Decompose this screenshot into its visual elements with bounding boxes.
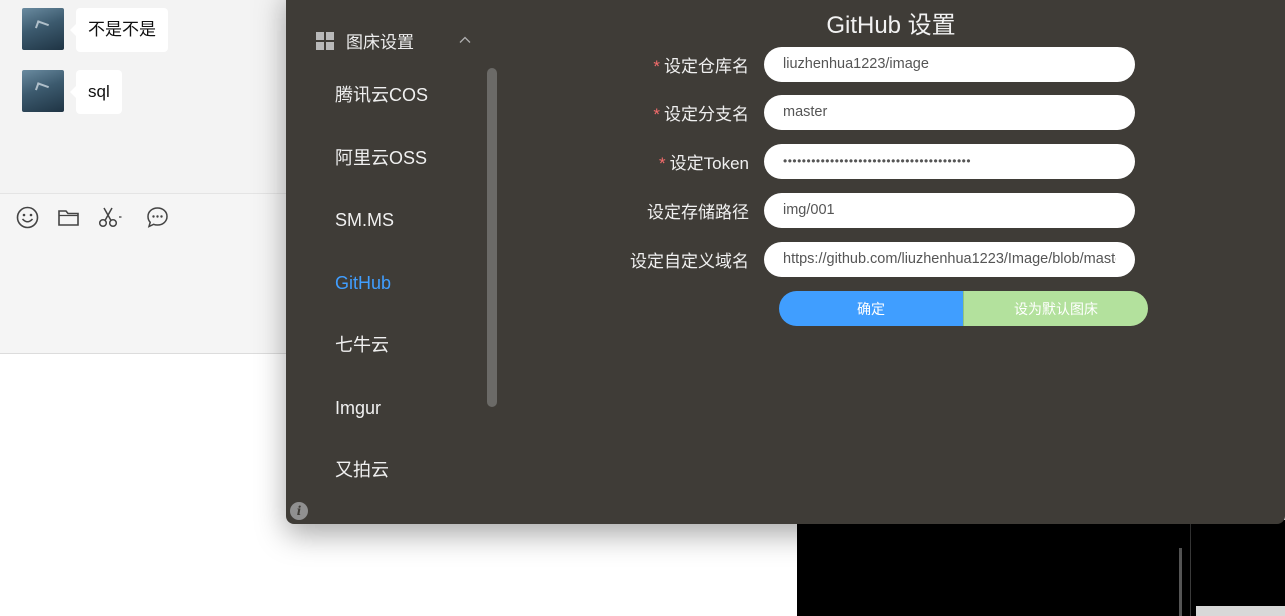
chat-message: 不是不是 (22, 8, 168, 52)
background-window (797, 520, 1285, 616)
avatar[interactable] (22, 70, 64, 112)
sidebar-header-label: 图床设置 (346, 33, 414, 52)
field-label: * 设定分支名 (653, 104, 749, 124)
form-actions: 确定 设为默认图床 (779, 291, 1148, 326)
scissors-icon[interactable] (98, 206, 128, 229)
field-label: 设定存储路径 (647, 202, 749, 222)
sidebar-header[interactable]: 图床设置 (316, 28, 414, 53)
grid-icon (316, 31, 334, 50)
info-icon[interactable]: i (290, 502, 308, 520)
sidebar-menu: 腾讯云COS 阿里云OSS SM.MS GitHub 七牛云 Imgur 又拍云 (335, 73, 428, 511)
avatar[interactable] (22, 8, 64, 50)
chat-toolbar (16, 206, 169, 229)
sidebar-item-tencent-cos[interactable]: 腾讯云COS (335, 73, 428, 136)
branch-name-input[interactable] (764, 94, 1135, 130)
chat-bubble-icon[interactable] (146, 206, 169, 229)
sidebar-scrollbar[interactable] (487, 68, 497, 407)
image-host-settings-panel: 图床设置 腾讯云COS 阿里云OSS SM.MS GitHub 七牛云 Imgu… (286, 0, 1285, 524)
field-label: * 设定仓库名 (653, 56, 749, 76)
chat-message: sql (22, 70, 122, 114)
sidebar-item-imgur[interactable]: Imgur (335, 386, 428, 449)
chevron-up-icon[interactable] (458, 32, 472, 43)
repo-name-input[interactable] (764, 46, 1135, 82)
set-default-host-button[interactable]: 设为默认图床 (963, 291, 1148, 326)
message-bubble[interactable]: 不是不是 (70, 8, 168, 52)
custom-domain-input[interactable] (764, 241, 1135, 277)
sidebar-item-smms[interactable]: SM.MS (335, 198, 428, 261)
sidebar-item-qiniu[interactable]: 七牛云 (335, 323, 428, 386)
page-title: GitHub 设置 (826, 12, 956, 39)
sidebar-item-upyun[interactable]: 又拍云 (335, 448, 428, 511)
scrollbar[interactable] (1179, 548, 1182, 616)
emoji-icon[interactable] (16, 206, 39, 229)
storage-path-input[interactable] (764, 192, 1135, 228)
confirm-button[interactable]: 确定 (779, 291, 963, 326)
required-mark: * (659, 153, 666, 173)
field-label: 设定自定义域名 (630, 251, 749, 271)
form-row-path: 设定存储路径 (576, 192, 1135, 228)
form-row-branch: * 设定分支名 (576, 94, 1135, 130)
screen: 不是不是 sql 图床设置 腾讯云COS 阿里云OSS SM.MS GitHub… (0, 0, 1285, 616)
divider (1190, 520, 1191, 616)
form-row-token: * 设定Token (576, 143, 1135, 179)
token-input[interactable] (764, 143, 1135, 179)
sidebar-item-aliyun-oss[interactable]: 阿里云OSS (335, 136, 428, 199)
required-mark: * (653, 104, 660, 124)
sidebar-item-github[interactable]: GitHub (335, 261, 428, 324)
required-mark: * (653, 56, 660, 76)
field-label: * 设定Token (659, 153, 749, 173)
folder-icon[interactable] (57, 206, 80, 229)
form-row-domain: 设定自定义域名 (576, 241, 1135, 277)
form-row-repo: * 设定仓库名 (576, 46, 1135, 82)
background-window-corner (1196, 606, 1285, 616)
message-bubble[interactable]: sql (70, 70, 122, 114)
